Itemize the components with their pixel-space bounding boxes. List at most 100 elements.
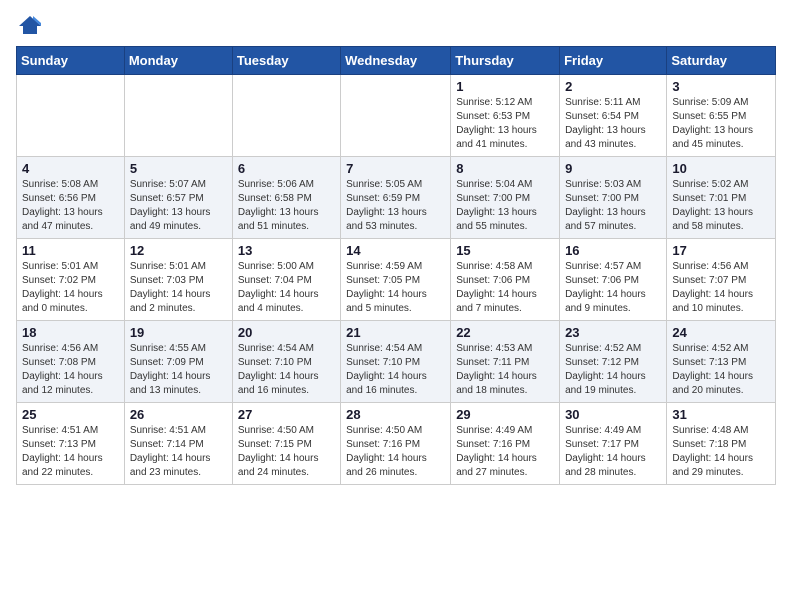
cell-info: Sunrise: 4:49 AM — [456, 424, 554, 438]
day-header-thursday: Thursday — [451, 47, 560, 75]
day-number: 9 — [565, 161, 661, 176]
day-number: 8 — [456, 161, 554, 176]
calendar-cell — [124, 75, 232, 157]
cell-info: Daylight: 14 hours — [130, 452, 227, 466]
cell-info: Sunrise: 5:05 AM — [346, 178, 445, 192]
cell-info: Sunset: 7:00 PM — [456, 192, 554, 206]
cell-info: Daylight: 14 hours — [565, 370, 661, 384]
cell-info: Daylight: 13 hours — [565, 206, 661, 220]
cell-info: Daylight: 13 hours — [346, 206, 445, 220]
day-number: 24 — [672, 325, 770, 340]
cell-info: Sunset: 6:59 PM — [346, 192, 445, 206]
cell-info: and 2 minutes. — [130, 302, 227, 316]
cell-info: Sunset: 7:18 PM — [672, 438, 770, 452]
cell-info: Sunrise: 5:08 AM — [22, 178, 119, 192]
calendar-cell: 23Sunrise: 4:52 AMSunset: 7:12 PMDayligh… — [560, 321, 667, 403]
day-header-saturday: Saturday — [667, 47, 776, 75]
cell-info: and 20 minutes. — [672, 384, 770, 398]
cell-info: Sunrise: 4:52 AM — [672, 342, 770, 356]
cell-info: and 22 minutes. — [22, 466, 119, 480]
calendar-cell: 17Sunrise: 4:56 AMSunset: 7:07 PMDayligh… — [667, 239, 776, 321]
cell-info: Sunset: 6:58 PM — [238, 192, 335, 206]
calendar-cell — [17, 75, 125, 157]
cell-info: Daylight: 14 hours — [346, 452, 445, 466]
calendar-week-4: 18Sunrise: 4:56 AMSunset: 7:08 PMDayligh… — [17, 321, 776, 403]
cell-info: Sunrise: 4:54 AM — [238, 342, 335, 356]
cell-info: and 51 minutes. — [238, 220, 335, 234]
cell-info: Sunrise: 5:00 AM — [238, 260, 335, 274]
cell-info: Sunset: 7:03 PM — [130, 274, 227, 288]
cell-info: Sunset: 7:06 PM — [565, 274, 661, 288]
day-number: 4 — [22, 161, 119, 176]
calendar-cell: 6Sunrise: 5:06 AMSunset: 6:58 PMDaylight… — [232, 157, 340, 239]
cell-info: and 12 minutes. — [22, 384, 119, 398]
cell-info: Sunset: 7:17 PM — [565, 438, 661, 452]
cell-info: Sunrise: 5:01 AM — [22, 260, 119, 274]
cell-info: Sunrise: 4:58 AM — [456, 260, 554, 274]
calendar-cell: 14Sunrise: 4:59 AMSunset: 7:05 PMDayligh… — [341, 239, 451, 321]
day-number: 11 — [22, 243, 119, 258]
cell-info: Daylight: 14 hours — [238, 288, 335, 302]
day-number: 27 — [238, 407, 335, 422]
day-number: 1 — [456, 79, 554, 94]
cell-info: Sunrise: 5:06 AM — [238, 178, 335, 192]
cell-info: and 28 minutes. — [565, 466, 661, 480]
cell-info: Sunrise: 4:48 AM — [672, 424, 770, 438]
cell-info: Sunset: 7:12 PM — [565, 356, 661, 370]
day-header-tuesday: Tuesday — [232, 47, 340, 75]
day-number: 21 — [346, 325, 445, 340]
cell-info: and 5 minutes. — [346, 302, 445, 316]
day-number: 3 — [672, 79, 770, 94]
day-number: 30 — [565, 407, 661, 422]
cell-info: Daylight: 14 hours — [346, 288, 445, 302]
cell-info: Sunset: 7:16 PM — [456, 438, 554, 452]
calendar-cell: 7Sunrise: 5:05 AMSunset: 6:59 PMDaylight… — [341, 157, 451, 239]
calendar-cell — [341, 75, 451, 157]
cell-info: Sunset: 7:16 PM — [346, 438, 445, 452]
calendar-cell: 26Sunrise: 4:51 AMSunset: 7:14 PMDayligh… — [124, 403, 232, 485]
calendar-cell: 4Sunrise: 5:08 AMSunset: 6:56 PMDaylight… — [17, 157, 125, 239]
cell-info: Sunset: 7:00 PM — [565, 192, 661, 206]
cell-info: Daylight: 13 hours — [672, 206, 770, 220]
cell-info: and 26 minutes. — [346, 466, 445, 480]
cell-info: Sunset: 6:54 PM — [565, 110, 661, 124]
cell-info: Sunset: 7:04 PM — [238, 274, 335, 288]
cell-info: Sunset: 7:13 PM — [22, 438, 119, 452]
calendar-cell: 11Sunrise: 5:01 AMSunset: 7:02 PMDayligh… — [17, 239, 125, 321]
calendar-cell: 16Sunrise: 4:57 AMSunset: 7:06 PMDayligh… — [560, 239, 667, 321]
cell-info: Sunset: 6:56 PM — [22, 192, 119, 206]
calendar-cell: 24Sunrise: 4:52 AMSunset: 7:13 PMDayligh… — [667, 321, 776, 403]
cell-info: Sunrise: 4:53 AM — [456, 342, 554, 356]
cell-info: Sunset: 6:55 PM — [672, 110, 770, 124]
day-number: 6 — [238, 161, 335, 176]
calendar-cell: 5Sunrise: 5:07 AMSunset: 6:57 PMDaylight… — [124, 157, 232, 239]
cell-info: Sunset: 6:57 PM — [130, 192, 227, 206]
day-number: 13 — [238, 243, 335, 258]
cell-info: and 0 minutes. — [22, 302, 119, 316]
calendar-cell: 8Sunrise: 5:04 AMSunset: 7:00 PMDaylight… — [451, 157, 560, 239]
calendar-cell: 10Sunrise: 5:02 AMSunset: 7:01 PMDayligh… — [667, 157, 776, 239]
cell-info: Sunset: 7:08 PM — [22, 356, 119, 370]
day-number: 28 — [346, 407, 445, 422]
cell-info: Sunrise: 5:01 AM — [130, 260, 227, 274]
calendar-cell: 18Sunrise: 4:56 AMSunset: 7:08 PMDayligh… — [17, 321, 125, 403]
day-number: 19 — [130, 325, 227, 340]
calendar-cell: 21Sunrise: 4:54 AMSunset: 7:10 PMDayligh… — [341, 321, 451, 403]
cell-info: and 55 minutes. — [456, 220, 554, 234]
day-header-monday: Monday — [124, 47, 232, 75]
day-number: 14 — [346, 243, 445, 258]
cell-info: Sunset: 7:02 PM — [22, 274, 119, 288]
cell-info: and 7 minutes. — [456, 302, 554, 316]
cell-info: and 24 minutes. — [238, 466, 335, 480]
cell-info: Daylight: 14 hours — [456, 452, 554, 466]
cell-info: Sunrise: 4:51 AM — [130, 424, 227, 438]
cell-info: and 23 minutes. — [130, 466, 227, 480]
cell-info: Sunrise: 5:09 AM — [672, 96, 770, 110]
calendar-week-5: 25Sunrise: 4:51 AMSunset: 7:13 PMDayligh… — [17, 403, 776, 485]
calendar-header-row: SundayMondayTuesdayWednesdayThursdayFrid… — [17, 47, 776, 75]
calendar-cell: 29Sunrise: 4:49 AMSunset: 7:16 PMDayligh… — [451, 403, 560, 485]
cell-info: Sunrise: 4:51 AM — [22, 424, 119, 438]
cell-info: Sunrise: 5:04 AM — [456, 178, 554, 192]
cell-info: Sunrise: 5:02 AM — [672, 178, 770, 192]
calendar-week-1: 1Sunrise: 5:12 AMSunset: 6:53 PMDaylight… — [17, 75, 776, 157]
